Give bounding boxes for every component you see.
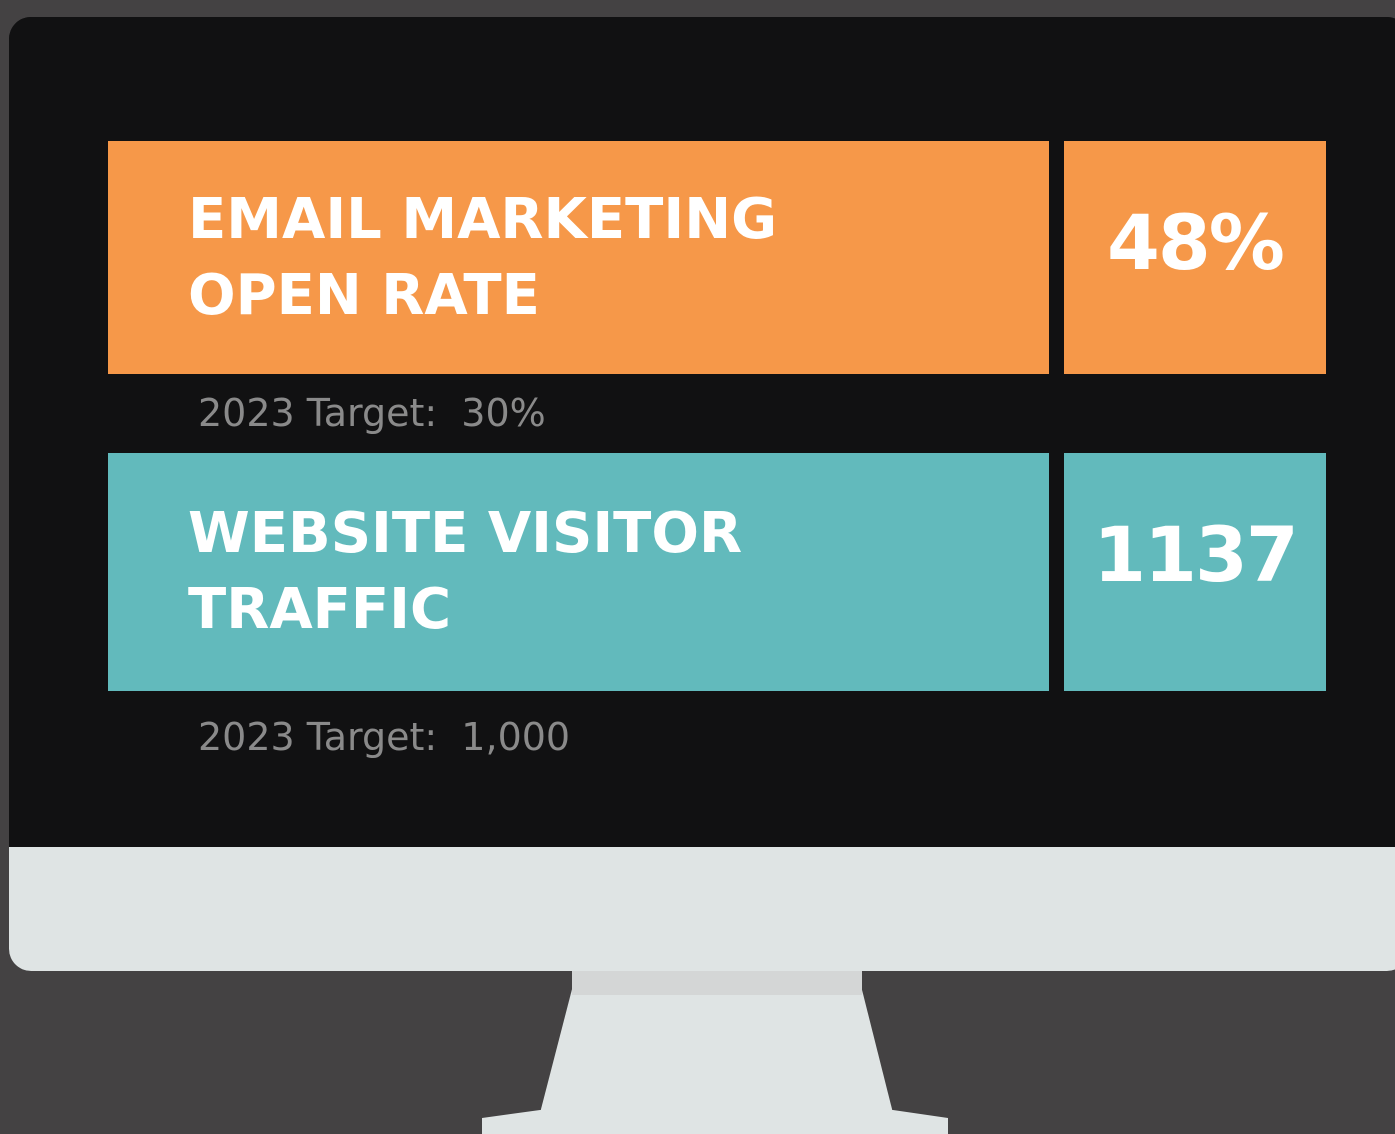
stand-base xyxy=(482,1110,948,1134)
metric-label-box-website: WEBSITE VISITOR TRAFFIC xyxy=(108,453,1049,691)
metric-value-email: 48% xyxy=(1064,141,1326,374)
metric-label-line2: OPEN RATE xyxy=(188,262,540,328)
metric-target-email: 2023 Target: 30% xyxy=(198,391,546,435)
monitor-bezel xyxy=(9,847,1395,971)
infographic: EMAIL MARKETING OPEN RATE 48% 2023 Targe… xyxy=(0,0,1395,1134)
metric-label-line1: WEBSITE VISITOR xyxy=(188,501,743,566)
metric-value-website: 1137 xyxy=(1064,453,1326,691)
metric-target-website: 2023 Target: 1,000 xyxy=(198,715,571,759)
metric-label-box-email: EMAIL MARKETING OPEN RATE xyxy=(108,141,1049,374)
metric-label-line1: EMAIL MARKETING xyxy=(188,186,778,252)
metric-label-line2: TRAFFIC xyxy=(188,577,452,642)
stand-neck xyxy=(540,966,893,1113)
